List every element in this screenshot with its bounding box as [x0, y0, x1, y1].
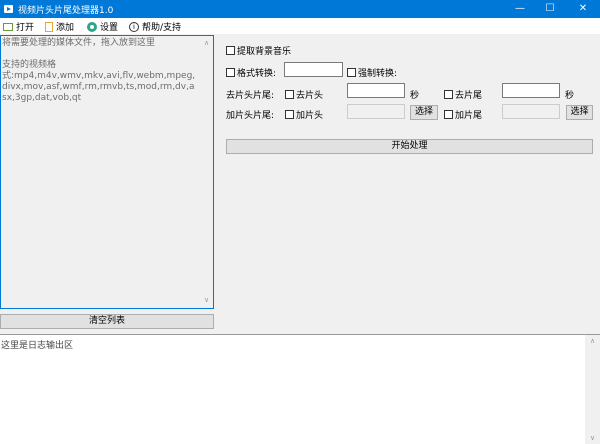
menu-settings[interactable]: 设置: [87, 20, 118, 33]
close-button[interactable]: ✕: [568, 0, 598, 18]
file-list[interactable]: 将需要处理的媒体文件，拖入放到这里 支持的视频格 式:mp4,m4v,wmv,m…: [0, 35, 214, 309]
choose-head-button[interactable]: 选择: [410, 105, 438, 120]
log-area[interactable]: 这里是日志输出区 ∧ ∨: [0, 334, 600, 444]
force-convert-checkbox[interactable]: 强制转换:: [347, 66, 397, 79]
formats-title: 支持的视频格: [2, 60, 57, 70]
formats-list: 式:mp4,m4v,wmv,mkv,avi,flv,webm,mpeg,divx…: [2, 71, 196, 103]
window-title: 视频片头片尾处理器1.0: [18, 6, 114, 16]
remove-head-checkbox[interactable]: 去片头: [285, 88, 323, 101]
remove-tail-seconds-input[interactable]: [502, 83, 560, 98]
choose-tail-button[interactable]: 选择: [566, 105, 593, 120]
log-placeholder: 这里是日志输出区: [1, 341, 74, 351]
remove-label: 去片头片尾:: [226, 91, 275, 101]
extract-bgm-checkbox[interactable]: 提取背景音乐: [226, 44, 291, 57]
menu-bar: 打开 添加 设置 i 帮助/支持: [0, 18, 600, 34]
clear-list-button[interactable]: 清空列表: [0, 314, 214, 329]
gear-icon: [87, 21, 97, 32]
add-file-icon: [45, 21, 53, 32]
start-button[interactable]: 开始处理: [226, 139, 593, 154]
add-tail-path-input[interactable]: [502, 104, 560, 119]
format-input[interactable]: [284, 62, 343, 77]
folder-icon: [3, 22, 13, 31]
menu-open[interactable]: 打开: [3, 20, 34, 33]
info-icon: i: [129, 21, 139, 32]
add-tail-checkbox[interactable]: 加片尾: [444, 108, 482, 121]
menu-help[interactable]: i 帮助/支持: [129, 20, 181, 33]
title-bar: 视频片头片尾处理器1.0 — ☐ ✕: [0, 0, 600, 18]
remove-head-seconds-input[interactable]: [347, 83, 405, 98]
list-scrollbar[interactable]: ∧ ∨: [200, 36, 213, 308]
seconds-label: 秒: [410, 91, 420, 101]
drop-hint: 将需要处理的媒体文件，拖入放到这里: [2, 38, 156, 48]
log-scrollbar[interactable]: ∧ ∨: [585, 335, 600, 444]
add-label: 加片头片尾:: [226, 111, 275, 121]
remove-tail-checkbox[interactable]: 去片尾: [444, 88, 482, 101]
app-icon: [4, 5, 13, 13]
format-convert-checkbox[interactable]: 格式转换:: [226, 66, 276, 79]
maximize-button[interactable]: ☐: [535, 0, 565, 18]
minimize-button[interactable]: —: [505, 0, 535, 18]
add-head-path-input[interactable]: [347, 104, 405, 119]
menu-add[interactable]: 添加: [45, 20, 74, 33]
seconds-label: 秒: [565, 91, 575, 101]
add-head-checkbox[interactable]: 加片头: [285, 108, 323, 121]
